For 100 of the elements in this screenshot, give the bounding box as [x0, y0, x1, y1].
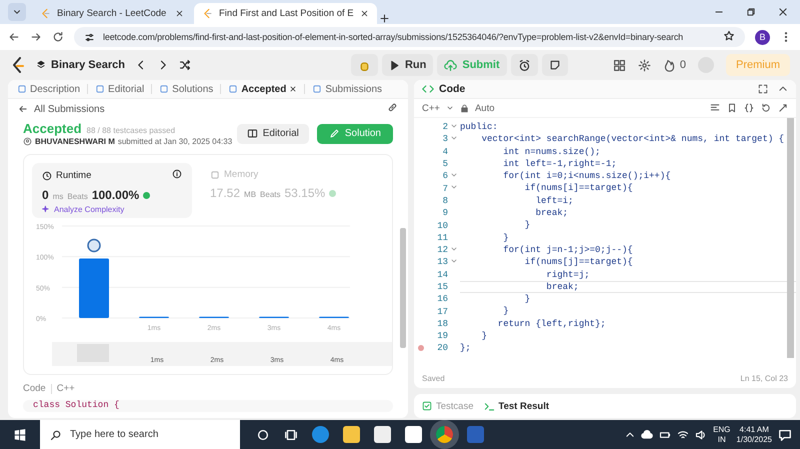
clock-time[interactable]: 4:41 AM: [740, 424, 769, 434]
tab-glyph-icon: [159, 84, 170, 94]
reset-icon[interactable]: [761, 103, 771, 113]
username[interactable]: BHUVANESHWARI M: [35, 137, 115, 146]
settings-icon[interactable]: [638, 58, 651, 72]
clock-icon: [42, 170, 52, 180]
run-button[interactable]: Run: [382, 54, 434, 76]
line-number: 16: [437, 294, 448, 304]
submitted-text: submitted at Jan 30, 2025 04:33: [118, 137, 232, 146]
testcases-text: 88 / 88 testcases passed: [86, 126, 176, 135]
line-number: 13: [437, 257, 448, 268]
panel-tab[interactable]: Submissions: [309, 84, 386, 94]
bookmark-icon[interactable]: [727, 103, 737, 113]
fullscreen-icon[interactable]: [758, 84, 768, 94]
book-icon: [246, 128, 258, 139]
back-icon[interactable]: [8, 31, 20, 43]
new-tab-icon[interactable]: [378, 13, 390, 24]
language-indicator[interactable]: ENG: [713, 424, 730, 434]
forward-icon[interactable]: [30, 31, 42, 43]
beats-label: Beats: [67, 192, 88, 201]
reload-icon[interactable]: [52, 31, 64, 43]
close-icon[interactable]: [175, 9, 184, 18]
mode-label: Auto: [474, 102, 495, 114]
chrome-browser-icon[interactable]: [436, 426, 453, 443]
terminal-icon: [484, 400, 494, 412]
line-number: 17: [437, 306, 448, 317]
status-text: Accepted: [23, 121, 82, 136]
profile-avatar[interactable]: B: [755, 30, 770, 44]
format-icon[interactable]: [710, 103, 720, 113]
avatar-marker-icon: [87, 238, 101, 252]
scrollbar-thumb[interactable]: [787, 118, 794, 358]
close-icon[interactable]: [360, 9, 369, 18]
volume-icon[interactable]: [695, 428, 708, 440]
scrollbar-thumb[interactable]: [400, 228, 406, 348]
timer-button[interactable]: [510, 54, 538, 76]
problem-list-link[interactable]: Binary Search: [36, 59, 125, 71]
code-line: }: [480, 330, 488, 342]
browser-tab[interactable]: Find First and Last Position of E: [194, 3, 377, 24]
chevron-up-icon[interactable]: [625, 430, 636, 440]
tab-glyph-icon: [312, 84, 322, 94]
line-number: 5: [442, 159, 448, 170]
code-line: return {left,right};: [496, 318, 607, 330]
line-number: 18: [437, 318, 448, 329]
tab-glyph-icon: [228, 84, 238, 94]
cortana-icon[interactable]: [256, 428, 270, 442]
panel-tab[interactable]: Solutions: [156, 84, 216, 94]
stat-panel[interactable]: Runtime 0 ms Beats 100.00% Analyze Complexity: [32, 163, 192, 218]
analyze-complexity-link[interactable]: Analyze Complexity: [54, 205, 124, 214]
leetcode-logo-icon[interactable]: [10, 57, 26, 73]
panel-tab[interactable]: Description: [14, 84, 84, 94]
language-select[interactable]: C++: [422, 102, 440, 114]
wifi-icon[interactable]: [677, 428, 690, 440]
leetcode-logo-icon: [202, 8, 213, 19]
close-icon[interactable]: [778, 7, 788, 17]
site-settings-icon[interactable]: [84, 32, 95, 42]
notification-icon[interactable]: [778, 428, 792, 442]
all-submissions-link[interactable]: All Submissions: [34, 104, 105, 114]
clock-date[interactable]: 1/30/2025: [736, 434, 772, 444]
flame-icon[interactable]: [662, 58, 676, 72]
layout-icon[interactable]: [612, 58, 626, 72]
line-number: 14: [437, 270, 448, 280]
line-number: 3: [442, 134, 448, 144]
stat-label: Memory: [224, 169, 258, 180]
search-icon: [50, 428, 62, 440]
arrow-left-icon[interactable]: [18, 104, 28, 114]
bookmark-star-icon[interactable]: [723, 30, 735, 42]
region-indicator[interactable]: IN: [718, 434, 726, 444]
address-bar[interactable]: leetcode.com/problems/find-first-and-last-position-of-element-in-sorted-array/submissions/1525364046/?envType=problem-list-v2&envId=binary-search: [74, 27, 745, 47]
panel-tab[interactable]: Editorial: [92, 84, 148, 94]
code-line: vector<int> searchRange(vector<int>& nums, int target) {: [480, 133, 786, 146]
panel-tab[interactable]: Accepted: [225, 84, 300, 94]
cloud-icon[interactable]: [641, 428, 654, 440]
line-number: 8: [442, 196, 448, 206]
shuffle-icon[interactable]: [178, 59, 191, 71]
line-number: 7: [442, 184, 448, 194]
panel-tab[interactable]: Test Result: [484, 400, 550, 412]
notes-button[interactable]: [542, 54, 568, 76]
code-line: }: [524, 219, 532, 232]
sparkle-icon: [42, 205, 51, 214]
line-number: 4: [442, 146, 448, 157]
close-icon[interactable]: [289, 85, 298, 93]
code-line: }: [524, 293, 532, 306]
beats-label: Beats: [260, 190, 280, 199]
editorial-button[interactable]: Editorial: [236, 124, 309, 144]
windows-start-icon[interactable]: [13, 428, 27, 442]
info-icon[interactable]: [172, 169, 182, 179]
breakpoint-dot[interactable]: [418, 345, 424, 352]
link-icon[interactable]: [387, 102, 398, 113]
debug-button[interactable]: [350, 54, 378, 76]
code-label: Code: [23, 383, 46, 394]
code-line: public:: [460, 121, 499, 134]
task-view-icon[interactable]: [284, 428, 298, 442]
lock-icon: [460, 104, 469, 112]
expand-icon[interactable]: [778, 103, 788, 113]
restore-icon[interactable]: [746, 7, 756, 17]
braces-icon[interactable]: [744, 103, 754, 113]
browser-tab[interactable]: Binary Search - LeetCode: [32, 3, 192, 24]
tab-glyph-icon: [17, 84, 27, 94]
chevron-down-icon[interactable]: [446, 104, 454, 112]
taskbar-search-field[interactable]: Type here to search: [40, 420, 240, 449]
